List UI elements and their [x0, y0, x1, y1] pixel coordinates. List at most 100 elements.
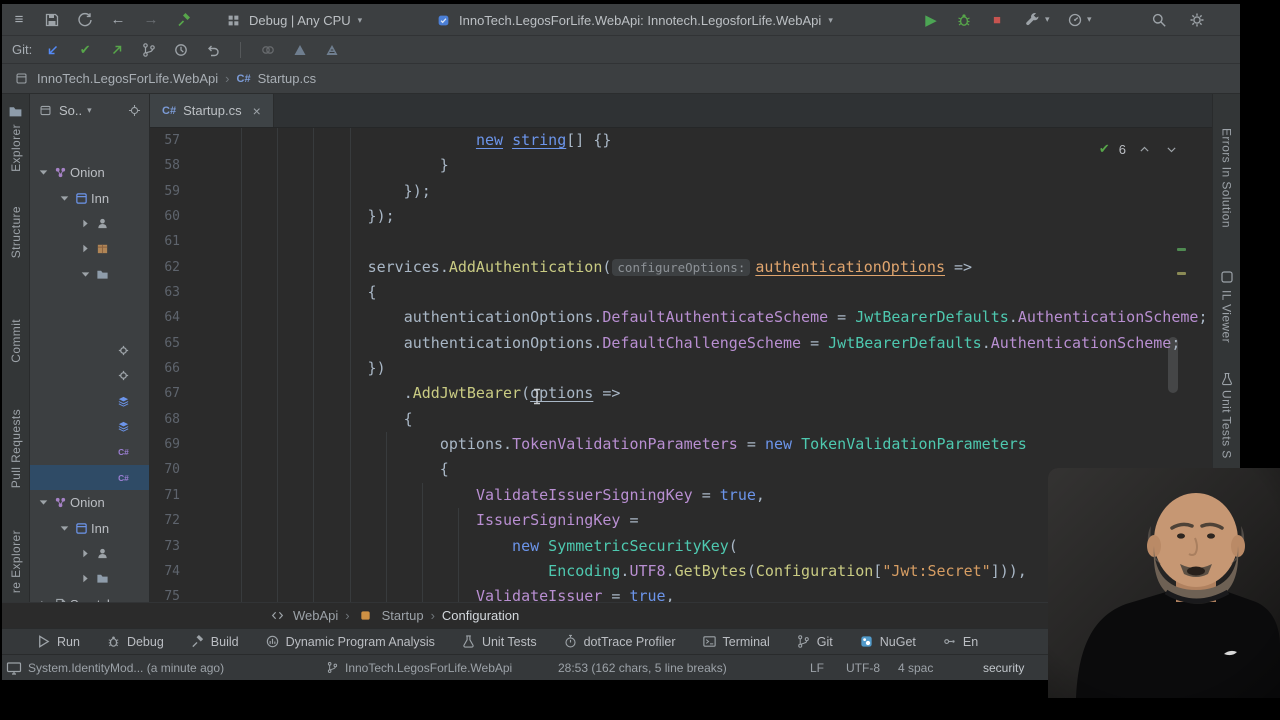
toolwindow-nuget[interactable]: NuGet	[859, 634, 916, 649]
caret-position[interactable]: 28:53 (162 chars, 5 line breaks)	[558, 655, 727, 680]
indent-style[interactable]: 4 spac	[898, 655, 933, 680]
breadcrumb-file[interactable]: Startup.cs	[258, 71, 317, 86]
screen-share-icon[interactable]	[6, 655, 22, 680]
tab-startup-cs[interactable]: C# Startup.cs ×	[150, 94, 274, 127]
gear-icon[interactable]	[1188, 11, 1206, 29]
close-icon[interactable]: ×	[253, 103, 261, 119]
toolwindow-terminal[interactable]: Terminal	[702, 634, 770, 649]
code-line[interactable]: 66 })	[150, 356, 1212, 381]
chevron-right-icon[interactable]	[78, 242, 93, 255]
toolwindow-run[interactable]: Run	[36, 634, 80, 649]
chevron-right-icon[interactable]	[78, 547, 93, 560]
code-line[interactable]: 57 new string[] {}	[150, 128, 1212, 153]
toolwindow-endpoints[interactable]: En	[942, 634, 978, 649]
toolwindow-dottrace-profiler[interactable]: dotTrace Profiler	[563, 634, 676, 649]
tree-item[interactable]	[30, 414, 149, 439]
code-line[interactable]: 60 });	[150, 204, 1212, 229]
security-status[interactable]: security	[983, 655, 1024, 680]
chevron-down-icon[interactable]	[57, 522, 72, 535]
analyze-icon[interactable]	[291, 41, 309, 59]
chevron-right-icon[interactable]	[78, 217, 93, 230]
il-viewer-icon[interactable]	[1213, 270, 1240, 284]
branch-icon[interactable]	[140, 41, 158, 59]
build-hammer-icon[interactable]	[175, 11, 193, 29]
tree-item[interactable]	[30, 338, 149, 363]
prev-problem-icon[interactable]	[1135, 140, 1153, 158]
tool-stripe-errors-in-solution[interactable]: Errors In Solution	[1213, 128, 1240, 228]
tree-item[interactable]: Onion	[30, 490, 149, 515]
code-line[interactable]: 65 authenticationOptions.DefaultChalleng…	[150, 331, 1212, 356]
tool-stripe-structure[interactable]: Structure	[2, 206, 29, 258]
update-project-icon[interactable]	[44, 41, 62, 59]
back-icon[interactable]: ←	[109, 11, 127, 29]
editor-scrollbar[interactable]	[1168, 337, 1178, 393]
toolwindow-build[interactable]: Build	[190, 634, 239, 649]
history-icon[interactable]	[172, 41, 190, 59]
tree-item[interactable]: Inn	[30, 185, 149, 210]
compare-icon[interactable]	[259, 41, 277, 59]
chevron-down-icon[interactable]	[36, 166, 51, 179]
tool-stripe-unit-tests[interactable]: Unit Tests S	[1213, 390, 1240, 459]
tool-stripe-pull-requests[interactable]: Pull Requests	[2, 409, 29, 488]
scrollbar-mark[interactable]	[1177, 272, 1186, 275]
breadcrumb-project[interactable]: InnoTech.LegosForLife.WebApi	[37, 71, 218, 86]
commit-icon[interactable]: ✔	[76, 41, 94, 59]
scrollbar-mark[interactable]	[1177, 248, 1186, 251]
line-separator[interactable]: LF	[810, 655, 824, 680]
chevron-down-icon[interactable]	[36, 496, 51, 509]
chevron-down-icon[interactable]	[57, 192, 72, 205]
code-line[interactable]: 69 options.TokenValidationParameters = n…	[150, 432, 1212, 457]
crumb-configuration[interactable]: Configuration	[442, 608, 519, 623]
crumb-startup[interactable]: Startup	[382, 608, 424, 623]
tool-stripe-explorer[interactable]: Explorer	[2, 124, 29, 172]
explorer-folder-icon[interactable]	[2, 104, 29, 119]
code-line[interactable]: 68 {	[150, 407, 1212, 432]
debug-button[interactable]	[955, 11, 973, 29]
tool-stripe-explorer-bottom[interactable]: re Explorer	[2, 530, 29, 593]
tree-item[interactable]: Inn	[30, 515, 149, 540]
locate-file-icon[interactable]	[125, 101, 143, 119]
code-line[interactable]: 59 });	[150, 179, 1212, 204]
run-button[interactable]: ▶	[922, 11, 940, 29]
code-line[interactable]: 62 services.AddAuthentication(configureO…	[150, 255, 1212, 280]
toolwindow-dynamic-program-analysis[interactable]: Dynamic Program Analysis	[265, 634, 435, 649]
run-configuration-select[interactable]: InnoTech.LegosForLife.WebApi: Innotech.L…	[426, 8, 841, 32]
toolwindow-unit-tests[interactable]: Unit Tests	[461, 634, 537, 649]
tree-item[interactable]	[30, 211, 149, 236]
menu-icon[interactable]: ≡	[10, 11, 28, 29]
inspections-widget[interactable]: ✔ 6	[1099, 140, 1180, 158]
toolwindow-git[interactable]: Git	[796, 634, 833, 649]
tree-item[interactable]	[30, 262, 149, 287]
profiler-button[interactable]: ▾	[1066, 4, 1092, 35]
git-branch-widget[interactable]: InnoTech.LegosForLife.WebApi	[326, 655, 512, 680]
vcs-message[interactable]: System.IdentityMod... (a minute ago)	[28, 655, 224, 680]
tool-stripe-commit[interactable]: Commit	[2, 319, 29, 363]
tree-item[interactable]	[30, 389, 149, 414]
code-line[interactable]: 64 authenticationOptions.DefaultAuthenti…	[150, 305, 1212, 330]
code-line[interactable]: 61	[150, 229, 1212, 254]
toolwindow-debug[interactable]: Debug	[106, 634, 164, 649]
save-icon[interactable]	[43, 11, 61, 29]
chevron-down-icon[interactable]	[78, 268, 93, 281]
crumb-webapi[interactable]: WebApi	[293, 608, 338, 623]
next-problem-icon[interactable]	[1162, 140, 1180, 158]
file-encoding[interactable]: UTF-8	[846, 655, 880, 680]
forward-icon[interactable]: →	[142, 11, 160, 29]
sync-icon[interactable]	[76, 11, 94, 29]
stop-button[interactable]: ■	[988, 11, 1006, 29]
tree-item[interactable]: C#	[30, 439, 149, 464]
code-line[interactable]: 63 {	[150, 280, 1212, 305]
tree-item[interactable]	[30, 566, 149, 591]
code-line[interactable]: 67 .AddJwtBearer(options =>	[150, 381, 1212, 406]
tree-item[interactable]: Onion	[30, 160, 149, 185]
tree-item[interactable]: Scratches	[30, 592, 149, 602]
tree-item[interactable]	[30, 541, 149, 566]
unit-tests-icon[interactable]	[1213, 372, 1240, 386]
solution-configuration-select[interactable]: Debug | Any CPU ▾	[216, 8, 370, 32]
settings-tools-button[interactable]: ▾	[1024, 4, 1050, 35]
push-icon[interactable]	[108, 41, 126, 59]
chevron-right-icon[interactable]	[78, 572, 93, 585]
analyze-stack-icon[interactable]	[323, 41, 341, 59]
code-line[interactable]: 58 }	[150, 153, 1212, 178]
search-icon[interactable]	[1150, 11, 1168, 29]
